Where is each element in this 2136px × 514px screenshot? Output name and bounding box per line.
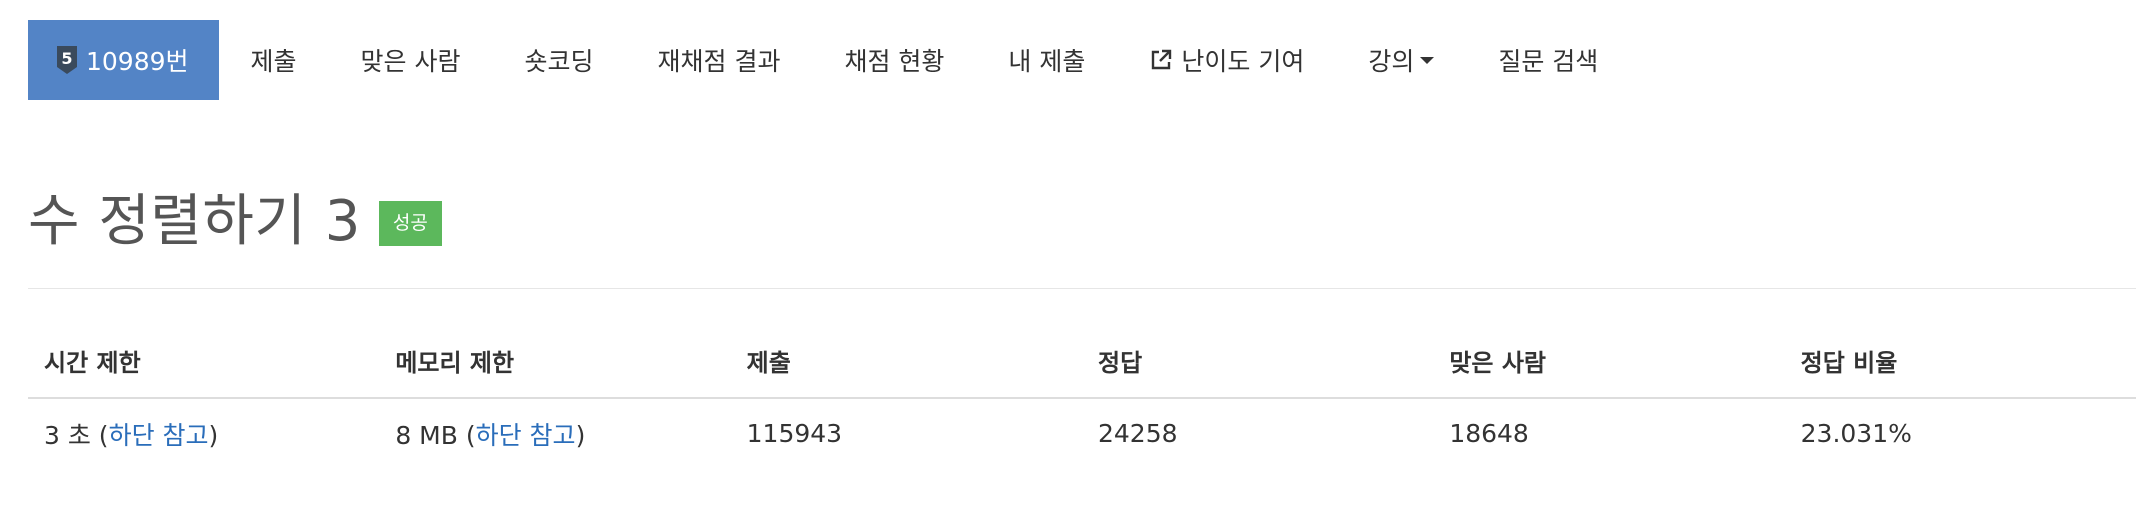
table-header-row: 시간 제한 메모리 제한 제출 정답 맞은 사람 정답 비율 (28, 332, 2136, 399)
nav-submit[interactable]: 제출 (219, 20, 329, 100)
nav-short-coding-label: 숏코딩 (524, 47, 594, 76)
cell-time-limit: 3 초 (하단 참고) (28, 398, 379, 468)
nav-my-submissions-label: 내 제출 (1008, 47, 1086, 76)
nav-difficulty-contribution[interactable]: 난이도 기여 (1117, 20, 1336, 100)
header-time-limit: 시간 제한 (28, 332, 380, 399)
external-link-icon (1152, 49, 1172, 70)
header-submissions: 제출 (730, 332, 1082, 399)
nav-rejudge-results[interactable]: 재채점 결과 (626, 20, 813, 100)
problem-title: 수 정렬하기 3 (28, 189, 361, 254)
nav-submit-label: 제출 (250, 47, 297, 76)
nav-my-submissions[interactable]: 내 제출 (976, 20, 1117, 100)
cell-submissions: 115943 (746, 419, 843, 448)
tier-badge-icon: 5 (57, 46, 77, 74)
table-row: 3 초 (하단 참고) 8 MB (하단 참고) 115943 24258 18… (28, 398, 2136, 468)
memory-limit-note-link[interactable]: 하단 참고 (476, 421, 576, 450)
time-limit-suffix: ) (208, 420, 219, 450)
cell-accuracy: 23.031% (1800, 419, 1912, 448)
nav-lectures-label: 강의 (1368, 47, 1415, 76)
problem-page: 5 10989번 제출 맞은 사람 숏코딩 재채점 결과 채점 현황 내 제출 … (0, 0, 2136, 514)
nav-solved-users[interactable]: 맞은 사람 (329, 20, 493, 100)
nav-judge-status[interactable]: 채점 현황 (812, 20, 976, 100)
nav-lectures-dropdown[interactable]: 강의 (1336, 20, 1466, 100)
cell-solved-users: 18648 (1449, 419, 1529, 448)
cell-memory-limit: 8 MB (하단 참고) (379, 398, 730, 468)
problem-nav: 5 10989번 제출 맞은 사람 숏코딩 재채점 결과 채점 현황 내 제출 … (28, 20, 1630, 100)
time-limit-note-link[interactable]: 하단 참고 (109, 421, 209, 450)
header-memory-limit: 메모리 제한 (379, 332, 731, 399)
header-accuracy: 정답 비율 (1784, 332, 2136, 399)
tier-number: 5 (61, 49, 72, 68)
memory-limit-suffix: ) (575, 420, 586, 450)
header-solved-users: 맞은 사람 (1433, 332, 1785, 399)
nav-question-search[interactable]: 질문 검색 (1466, 20, 1630, 100)
memory-limit-value: 8 MB ( (395, 420, 476, 450)
problem-number-label: 10989번 (86, 47, 189, 76)
nav-solved-users-label: 맞은 사람 (360, 47, 461, 76)
nav-question-search-label: 질문 검색 (1498, 47, 1599, 76)
header-accepted: 정답 (1081, 332, 1434, 399)
nav-difficulty-contribution-label: 난이도 기여 (1181, 47, 1305, 76)
cell-accepted: 24258 (1097, 419, 1178, 448)
time-limit-value: 3 초 ( (44, 420, 109, 450)
caret-down-icon (1420, 57, 1435, 64)
title-divider (28, 288, 2136, 289)
problem-header: 수 정렬하기 3 성공 (28, 176, 442, 257)
nav-judge-status-label: 채점 현황 (844, 47, 945, 76)
nav-rejudge-results-label: 재채점 결과 (657, 47, 781, 76)
nav-problem-number[interactable]: 5 10989번 (28, 20, 219, 100)
problem-info-table: 시간 제한 메모리 제한 제출 정답 맞은 사람 정답 비율 3 초 (하단 참… (28, 332, 2136, 468)
nav-short-coding[interactable]: 숏코딩 (493, 20, 626, 100)
status-badge: 성공 (378, 201, 442, 246)
